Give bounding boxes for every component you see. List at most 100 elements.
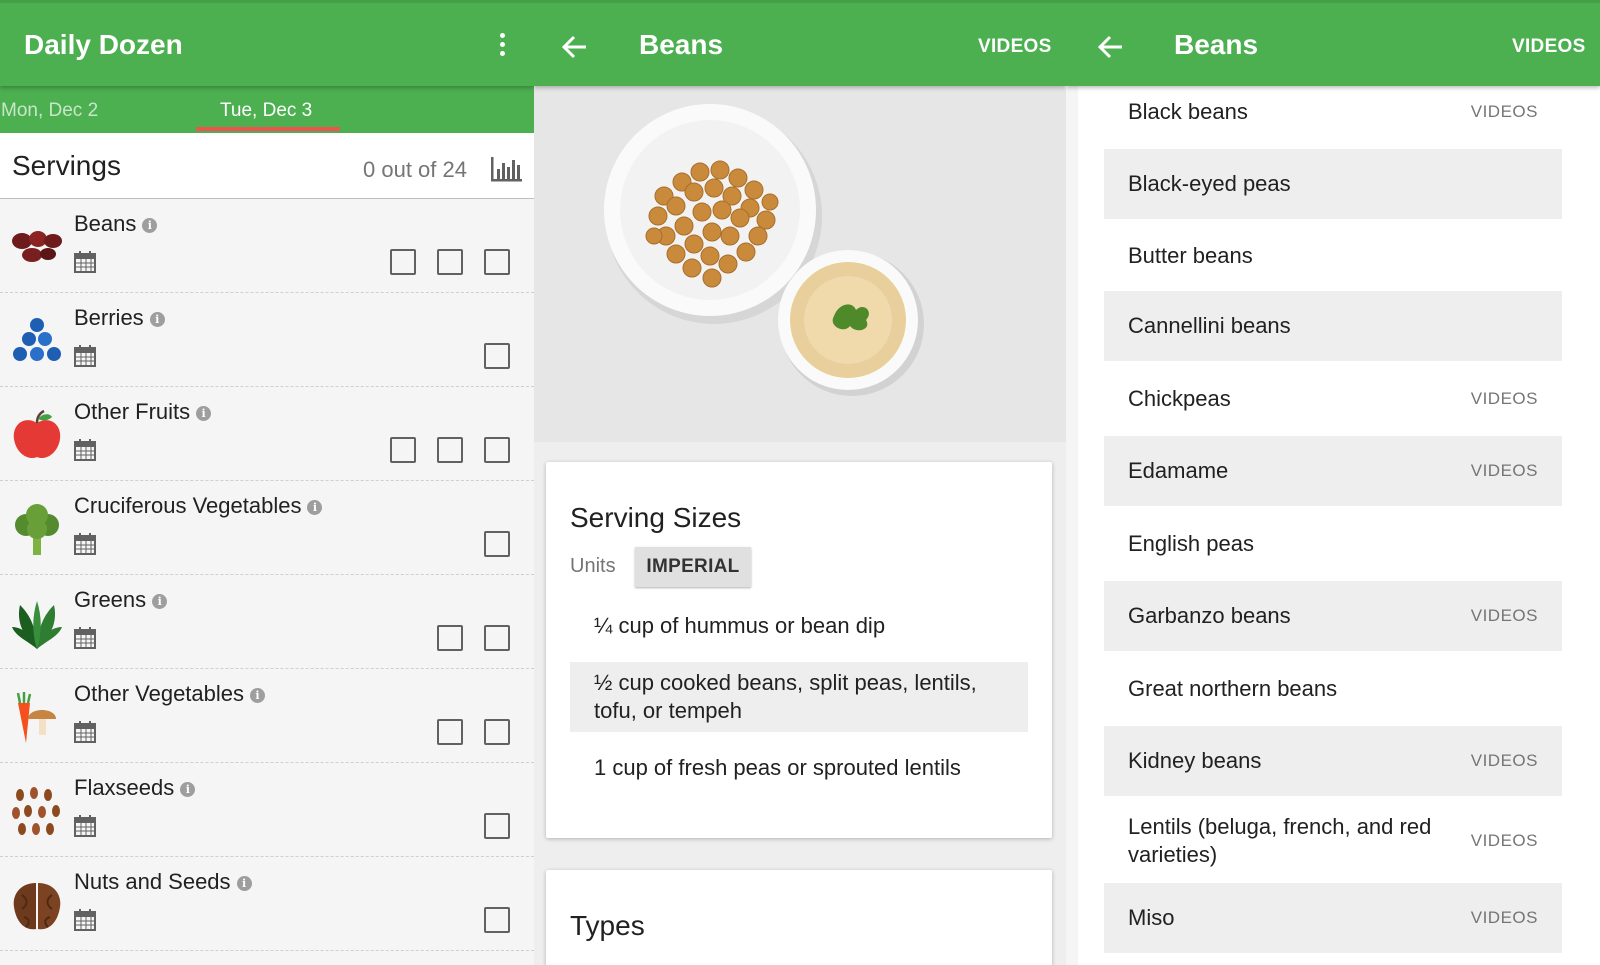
type-row-butter-beans[interactable]: Butter beans	[1104, 221, 1562, 291]
serving-checkbox[interactable]	[437, 719, 463, 745]
greens-icon	[12, 601, 62, 649]
info-icon[interactable]: i	[236, 876, 252, 891]
carrot-mushroom-icon	[16, 692, 56, 743]
info-icon[interactable]: i	[250, 688, 266, 703]
food-name-greens: Greens	[74, 587, 147, 612]
tab-date-mon-dec-2[interactable]: Mon, Dec 2	[1, 100, 98, 122]
type-row-miso[interactable]: Miso VIDEOS	[1104, 883, 1562, 953]
type-videos-link[interactable]: VIDEOS	[1471, 831, 1538, 851]
type-row-chickpeas[interactable]: Chickpeas VIDEOS	[1104, 364, 1562, 434]
type-videos-link[interactable]: VIDEOS	[1471, 102, 1538, 122]
app-bar: Beans VIDEOS	[1066, 0, 1600, 86]
videos-button[interactable]: VIDEOS	[1512, 36, 1586, 58]
type-videos-link[interactable]: VIDEOS	[1471, 908, 1538, 928]
type-videos-link[interactable]: VIDEOS	[1471, 606, 1538, 626]
walnut-icon	[13, 883, 61, 930]
type-name: Black beans	[1128, 99, 1248, 124]
tab-indicator	[196, 127, 340, 131]
type-row-garbanzo-beans[interactable]: Garbanzo beans VIDEOS	[1104, 581, 1562, 651]
type-videos-link[interactable]: VIDEOS	[1471, 389, 1538, 409]
info-icon[interactable]: i	[307, 500, 323, 515]
back-arrow-icon[interactable]	[560, 33, 588, 61]
app-bar: Daily Dozen	[0, 0, 534, 86]
type-row-cannellini-beans[interactable]: Cannellini beans	[1104, 291, 1562, 361]
serving-checkbox[interactable]	[437, 625, 463, 651]
calendar-icon[interactable]	[74, 439, 96, 461]
calendar-icon[interactable]	[74, 251, 96, 273]
type-name: English peas	[1128, 531, 1254, 556]
serving-checkbox[interactable]	[437, 437, 463, 463]
food-row-greens: Greens i	[0, 575, 534, 669]
serving-checkbox[interactable]	[484, 625, 510, 651]
calendar-icon[interactable]	[74, 345, 96, 367]
calendar-icon[interactable]	[74, 721, 96, 743]
type-row-great-northern-beans[interactable]: Great northern beans	[1104, 654, 1562, 724]
type-row-kidney-beans[interactable]: Kidney beans VIDEOS	[1104, 726, 1562, 796]
info-icon[interactable]: i	[196, 406, 212, 421]
screen-title: Beans	[1174, 29, 1259, 60]
videos-button[interactable]: VIDEOS	[978, 36, 1052, 58]
serving-size-item: ¼ cup of hummus or bean dip	[594, 613, 886, 638]
info-icon[interactable]: i	[180, 782, 196, 797]
flaxseeds-icon	[12, 787, 60, 835]
beans-photo	[534, 86, 1066, 442]
type-videos-link[interactable]: VIDEOS	[1471, 751, 1538, 771]
servings-header: Servings 0 out of 24	[0, 133, 534, 199]
type-name: Lentils (beluga, french, and red varieti…	[1128, 814, 1432, 867]
serving-checkbox[interactable]	[484, 343, 510, 369]
servings-label: Servings	[12, 150, 121, 181]
serving-checkbox[interactable]	[390, 249, 416, 275]
broccoli-icon	[15, 504, 59, 555]
type-name: Black-eyed peas	[1128, 171, 1291, 196]
info-icon[interactable]: i	[149, 312, 165, 327]
serving-sizes-title: Serving Sizes	[570, 502, 742, 533]
food-name-nuts-and-seeds: Nuts and Seeds	[74, 869, 231, 894]
berries-icon	[13, 318, 61, 361]
app-title: Daily Dozen	[24, 29, 183, 60]
serving-checkbox[interactable]	[484, 813, 510, 839]
type-name: Miso	[1128, 905, 1175, 930]
more-vert-icon[interactable]	[496, 33, 508, 63]
serving-checkbox[interactable]	[484, 437, 510, 463]
calendar-icon[interactable]	[74, 909, 96, 931]
type-row-black-beans[interactable]: Black beans VIDEOS	[1104, 77, 1562, 147]
type-name: Cannellini beans	[1128, 313, 1291, 338]
type-row-edamame[interactable]: Edamame VIDEOS	[1104, 436, 1562, 506]
servings-count: 0 out of 24	[363, 157, 467, 182]
food-row-other-fruits: Other Fruits i	[0, 387, 534, 481]
back-arrow-icon[interactable]	[1096, 33, 1124, 61]
food-name-cruciferous-vegetables: Cruciferous Vegetables	[74, 493, 302, 518]
info-icon[interactable]: i	[142, 218, 158, 233]
serving-checkbox[interactable]	[484, 531, 510, 557]
type-row-lentils[interactable]: Lentils (beluga, french, and red varieti…	[1104, 799, 1562, 883]
serving-checkbox[interactable]	[484, 907, 510, 933]
food-name-other-vegetables: Other Vegetables	[74, 681, 245, 706]
screen-title: Beans	[639, 29, 724, 60]
food-name-flaxseeds: Flaxseeds	[74, 775, 175, 800]
daily-dozen-screen: Daily Dozen Mon, Dec 2 Tue, Dec 3 Servin…	[0, 0, 534, 965]
tab-date-tue-dec-3[interactable]: Tue, Dec 3	[220, 100, 312, 122]
type-name: Garbanzo beans	[1128, 603, 1291, 628]
food-row-berries: Berries i	[0, 293, 534, 387]
serving-checkbox[interactable]	[390, 437, 416, 463]
food-row-flaxseeds: Flaxseeds i	[0, 763, 534, 857]
bar-chart-icon[interactable]	[488, 155, 524, 183]
serving-size-item: 1 cup of fresh peas or sprouted lentils	[594, 755, 961, 780]
calendar-icon[interactable]	[74, 627, 96, 649]
type-row-black-eyed-peas[interactable]: Black-eyed peas	[1104, 149, 1562, 219]
serving-checkbox[interactable]	[484, 249, 510, 275]
serving-checkbox[interactable]	[437, 249, 463, 275]
food-name-beans: Beans	[74, 211, 137, 236]
beans-detail-screen: Beans VIDEOS Serving Sizes Units IMPERIA…	[534, 0, 1066, 965]
info-icon[interactable]: i	[152, 594, 168, 609]
food-row-beans: Beans i	[0, 199, 534, 293]
calendar-icon[interactable]	[74, 815, 96, 837]
serving-size-item: ½ cup cooked beans, split peas, lentils,…	[570, 662, 1028, 732]
type-videos-link[interactable]: VIDEOS	[1471, 461, 1538, 481]
calendar-icon[interactable]	[74, 533, 96, 555]
type-row-english-peas[interactable]: English peas	[1104, 509, 1562, 579]
serving-checkbox[interactable]	[484, 719, 510, 745]
type-name: Butter beans	[1128, 243, 1253, 268]
hummus-chickpeas-image	[534, 86, 1066, 442]
units-toggle-button[interactable]: IMPERIAL	[635, 547, 751, 587]
